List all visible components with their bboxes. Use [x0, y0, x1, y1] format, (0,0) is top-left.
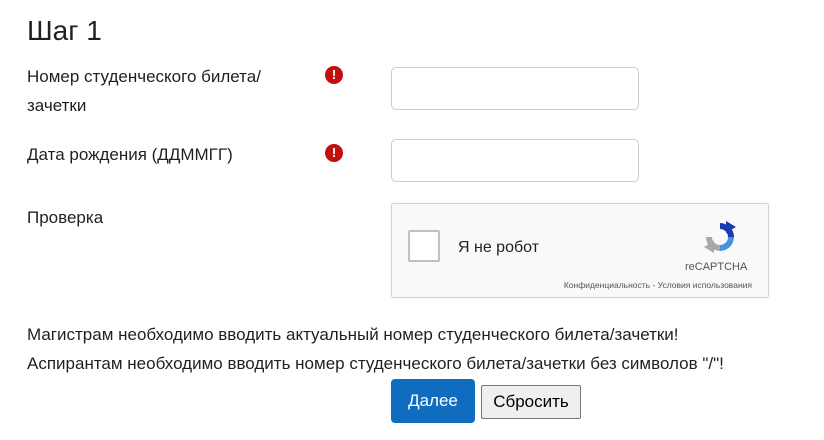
page-title: Шаг 1: [27, 15, 102, 46]
note-masters: Магистрам необходимо вводить актуальный …: [27, 325, 679, 344]
recaptcha-widget: Я не робот reCAPTCHA Конфиденциальность …: [391, 203, 769, 298]
link-separator: -: [650, 280, 658, 290]
privacy-link[interactable]: Конфиденциальность: [564, 280, 650, 290]
reset-button[interactable]: Сбросить: [481, 385, 581, 419]
verification-label: Проверка: [27, 208, 104, 227]
birth-date-label: Дата рождения (ДДММГГ): [27, 145, 233, 164]
exclamation-circle-icon: !: [325, 66, 343, 84]
terms-link[interactable]: Условия использования: [658, 280, 752, 290]
recaptcha-brand: reCAPTCHA: [685, 261, 748, 273]
student-id-input[interactable]: [391, 67, 639, 110]
birth-date-input[interactable]: [391, 139, 639, 182]
exclamation-circle-icon: !: [325, 144, 343, 162]
recaptcha-links: Конфиденциальность - Условия использован…: [564, 280, 752, 290]
recaptcha-logo-icon: [704, 221, 736, 253]
recaptcha-checkbox[interactable]: [408, 230, 440, 262]
note-postgraduates: Аспирантам необходимо вводить номер студ…: [27, 354, 724, 373]
recaptcha-label: Я не робот: [458, 239, 540, 256]
student-id-label: Номер студенческого билета/ зачетки: [27, 67, 261, 115]
next-button[interactable]: Далее: [391, 379, 475, 423]
